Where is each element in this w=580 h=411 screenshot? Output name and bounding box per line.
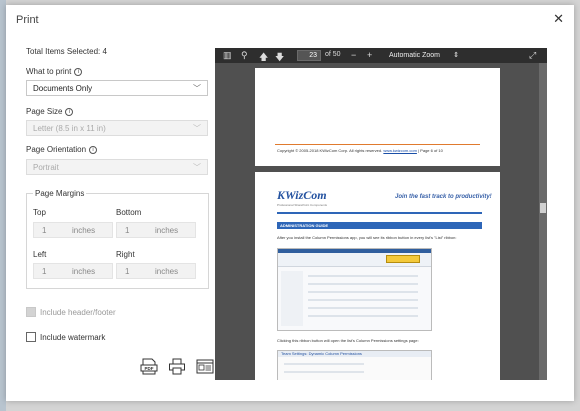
zoom-value: Automatic Zoom	[389, 52, 440, 59]
search-icon[interactable]: ⚲	[241, 50, 248, 61]
screenshot-callout	[386, 255, 420, 263]
zoom-in-icon[interactable]: +	[367, 50, 372, 60]
margin-right-label: Right	[116, 250, 135, 259]
close-icon[interactable]: ✕	[553, 11, 564, 27]
margin-left-label: Left	[33, 250, 47, 259]
include-header-footer-checkbox	[26, 307, 36, 317]
preview-page: KWizCom Professional SharePoint Componen…	[255, 172, 500, 380]
logo-subtitle: Professional SharePoint Components	[277, 203, 328, 207]
total-items-selected: Total Items Selected: 4	[26, 47, 107, 56]
page-size-select: Letter (8.5 in x 11 in) ﹀	[26, 120, 208, 136]
next-page-icon[interactable]: 🡇	[275, 50, 284, 66]
include-watermark-checkbox[interactable]	[26, 332, 36, 342]
previous-page-icon[interactable]: 🡅	[259, 50, 268, 66]
section-heading: ADMINISTRATION GUIDE	[277, 222, 482, 229]
page-size-value: Letter (8.5 in x 11 in)	[33, 124, 106, 133]
scrollbar-thumb[interactable]	[540, 203, 546, 213]
preview-icon[interactable]	[196, 358, 214, 375]
chevron-down-icon: ﹀	[193, 84, 201, 93]
info-icon[interactable]: i	[65, 107, 74, 116]
info-icon[interactable]: i	[74, 67, 83, 76]
what-to-print-value: Documents Only	[33, 84, 93, 93]
chevron-down-icon: ﹀	[193, 163, 201, 172]
screenshot-title: Team Settings: Dynamic Column Permission…	[278, 351, 431, 357]
page-orientation-label-row: Page Orientation i	[26, 145, 98, 154]
chevron-down-icon: ﹀	[193, 124, 201, 133]
page-orientation-label: Page Orientation	[26, 145, 87, 154]
screenshot-row	[308, 291, 418, 293]
margin-top-label: Top	[33, 208, 46, 217]
screenshot-row	[308, 283, 418, 285]
include-watermark-row[interactable]: Include watermark	[26, 332, 105, 342]
what-to-print-select[interactable]: Documents Only ﹀	[26, 80, 208, 96]
margin-left-unit: inches	[72, 267, 96, 276]
page-tagline: Join the fast track to productivity!	[395, 194, 492, 200]
margin-bottom-input: 1 inches	[116, 222, 196, 238]
margin-left-input: 1 inches	[33, 263, 113, 279]
include-header-footer-row: Include header/footer	[26, 307, 116, 317]
page-margins-group: Page Margins Top 1 inches Bottom 1 inche…	[26, 189, 209, 289]
include-header-footer-label: Include header/footer	[40, 307, 116, 317]
what-to-print-label: What to print	[26, 67, 72, 76]
screenshot-sidebar	[281, 271, 303, 326]
dialog-title: Print	[16, 14, 39, 26]
sidebar-toggle-icon[interactable]: ▥	[223, 50, 232, 61]
screenshot-row	[308, 315, 418, 317]
viewer-toolbar: ▥ ⚲ 🡅 🡇 23 of 50 − + Automatic Zoom ⇕ ⤢	[215, 48, 547, 63]
fullscreen-icon[interactable]: ⤢	[529, 50, 536, 61]
print-actions: PDF	[140, 358, 214, 375]
page-total-label: of 50	[325, 51, 341, 58]
page-paragraph: After you install the Column Permissions…	[277, 235, 457, 240]
embedded-screenshot	[277, 248, 432, 331]
margin-top-input: 1 inches	[33, 222, 113, 238]
margin-left-value: 1	[42, 267, 47, 276]
margin-right-input: 1 inches	[116, 263, 196, 279]
margin-top-unit: inches	[72, 226, 96, 235]
screenshot-row	[308, 299, 418, 301]
preview-page: Copyright © 2005-2018 KWizCom Corp. All …	[255, 68, 500, 166]
page-number-input[interactable]: 23	[297, 50, 321, 61]
page-size-label: Page Size	[26, 107, 63, 116]
viewer-scrollbar[interactable]	[539, 63, 547, 380]
margin-right-unit: inches	[155, 267, 179, 276]
margin-bottom-label: Bottom	[116, 208, 142, 217]
include-watermark-label: Include watermark	[40, 332, 106, 342]
chevron-updown-icon: ⇕	[453, 52, 459, 59]
page-margins-legend: Page Margins	[33, 189, 87, 198]
margin-bottom-unit: inches	[155, 226, 179, 235]
zoom-select[interactable]: Automatic Zoom ⇕	[385, 50, 463, 61]
page-footer-text: Copyright © 2005-2018 KWizCom Corp. All …	[277, 148, 443, 153]
print-dialog: Print ✕ Total Items Selected: 4 What to …	[6, 5, 574, 401]
what-to-print-label-row: What to print i	[26, 67, 83, 76]
screenshot-row	[308, 307, 418, 309]
margin-top-value: 1	[42, 226, 47, 235]
copyright-text: Copyright © 2005-2018 KWizCom Corp. All …	[277, 148, 383, 153]
page-orientation-select: Portrait ﹀	[26, 159, 208, 175]
page-paragraph: Clicking this ribbon button will open th…	[277, 338, 419, 343]
footer-page-info: | Page 6 of 10	[418, 148, 443, 153]
zoom-out-icon[interactable]: −	[351, 50, 356, 60]
info-icon[interactable]: i	[89, 145, 98, 154]
screenshot-row	[308, 275, 418, 277]
margin-right-value: 1	[125, 267, 130, 276]
page-orientation-value: Portrait	[33, 163, 59, 172]
svg-text:PDF: PDF	[145, 366, 154, 371]
footer-link: www.kwizcom.com	[383, 148, 417, 153]
pdf-preview-viewer[interactable]: ▥ ⚲ 🡅 🡇 23 of 50 − + Automatic Zoom ⇕ ⤢ …	[215, 48, 547, 380]
screenshot-row	[284, 363, 364, 365]
printer-icon[interactable]	[168, 358, 186, 375]
page-size-label-row: Page Size i	[26, 107, 74, 116]
margin-bottom-value: 1	[125, 226, 130, 235]
embedded-screenshot: Team Settings: Dynamic Column Permission…	[277, 350, 432, 380]
footer-rule	[275, 144, 480, 145]
kwizcom-logo: KWizCom	[277, 188, 327, 202]
header-rule	[277, 212, 482, 214]
screenshot-row	[284, 371, 364, 373]
pdf-icon[interactable]: PDF	[140, 358, 158, 375]
